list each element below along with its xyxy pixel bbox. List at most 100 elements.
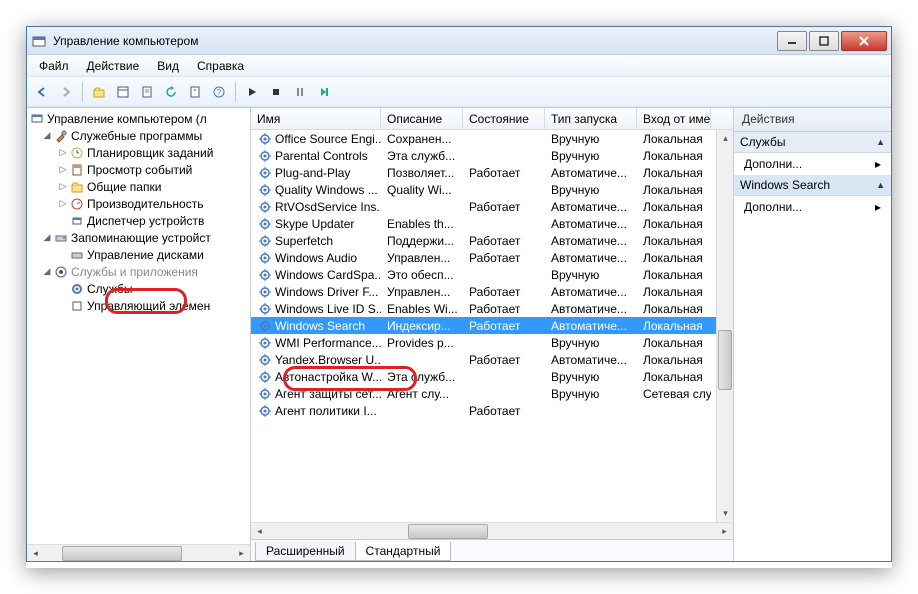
menu-view[interactable]: Вид — [149, 57, 187, 75]
pause-service-button[interactable] — [289, 81, 311, 103]
service-row[interactable]: Windows Driver F...Управлен...РаботаетАв… — [251, 283, 733, 300]
actions-section-winsearch[interactable]: Windows Search ▲ — [734, 175, 891, 196]
service-row[interactable]: Plug-and-PlayПозволяет...РаботаетАвтомат… — [251, 164, 733, 181]
wmi-icon — [69, 298, 85, 314]
service-name: Yandex.Browser U... — [275, 353, 381, 367]
tree-services[interactable]: ▷ Службы — [27, 280, 250, 297]
service-state: Работает — [463, 302, 545, 316]
refresh-button[interactable] — [160, 81, 182, 103]
service-row[interactable]: WMI Performance...Provides p...ВручнуюЛо… — [251, 334, 733, 351]
stop-service-button[interactable] — [265, 81, 287, 103]
tab-standard[interactable]: Стандартный — [355, 542, 452, 561]
tree-diskmgmt[interactable]: ▷ Управление дисками — [27, 246, 250, 263]
tree-storage[interactable]: ◢ Запоминающие устройст — [27, 229, 250, 246]
service-row[interactable]: Агент защиты сет...Агент слу...ВручнуюСе… — [251, 385, 733, 402]
service-row[interactable]: Quality Windows ...Quality Wi...ВручнуюЛ… — [251, 181, 733, 198]
tree-eventvwr[interactable]: ▷ Просмотр событий — [27, 161, 250, 178]
service-row[interactable]: Windows CardSpa...Это обесп...ВручнуюЛок… — [251, 266, 733, 283]
list-vscrollbar[interactable]: ▴ ▾ — [716, 130, 733, 522]
scroll-right-icon[interactable]: ▸ — [233, 545, 250, 562]
service-name: Windows Search — [275, 319, 365, 333]
actions-section-services[interactable]: Службы ▲ — [734, 132, 891, 153]
tree-shared[interactable]: ▷ Общие папки — [27, 178, 250, 195]
back-button[interactable] — [31, 81, 53, 103]
scroll-thumb[interactable] — [62, 546, 182, 561]
tab-extended[interactable]: Расширенный — [255, 542, 356, 561]
column-name[interactable]: Имя — [251, 108, 381, 129]
tree-root[interactable]: Управление компьютером (л — [27, 110, 250, 127]
help-button[interactable]: ? — [208, 81, 230, 103]
menu-help[interactable]: Справка — [189, 57, 252, 75]
scroll-left-icon[interactable]: ◂ — [251, 523, 268, 540]
show-hide-button[interactable] — [112, 81, 134, 103]
window: Управление компьютером Файл Действие Вид… — [26, 26, 892, 562]
scroll-left-icon[interactable]: ◂ — [27, 545, 44, 562]
scroll-thumb[interactable] — [408, 524, 488, 539]
service-start: Автоматиче... — [545, 234, 637, 248]
tree-servapps[interactable]: ◢ Службы и приложения — [27, 263, 250, 280]
actions-more-2[interactable]: Дополни... ▸ — [734, 196, 891, 218]
service-row[interactable]: Windows SearchИндексир...РаботаетАвтомат… — [251, 317, 733, 334]
scroll-thumb[interactable] — [718, 330, 732, 390]
expand-icon[interactable]: ▷ — [57, 147, 69, 158]
service-state: Работает — [463, 166, 545, 180]
service-row[interactable]: Skype UpdaterEnables th...Автоматиче...Л… — [251, 215, 733, 232]
chevron-right-icon: ▸ — [875, 157, 881, 171]
service-state: Работает — [463, 404, 545, 418]
service-logon: Сетевая слу — [637, 387, 711, 401]
up-button[interactable] — [88, 81, 110, 103]
menu-action[interactable]: Действие — [79, 57, 148, 75]
service-row[interactable]: Office Source Engi...Сохранен...ВручнуюЛ… — [251, 130, 733, 147]
scroll-right-icon[interactable]: ▸ — [716, 523, 733, 540]
start-service-button[interactable] — [241, 81, 263, 103]
actions-more-1[interactable]: Дополни... ▸ — [734, 153, 891, 175]
list-hscrollbar[interactable]: ◂ ▸ — [251, 522, 733, 539]
tree-hscrollbar[interactable]: ◂ ▸ — [27, 544, 250, 561]
service-row[interactable]: Автонастройка W...Эта служб...ВручнуюЛок… — [251, 368, 733, 385]
maximize-button[interactable] — [809, 31, 839, 51]
scroll-down-icon[interactable]: ▾ — [717, 505, 733, 522]
service-name: Windows Live ID S... — [275, 302, 381, 316]
column-start[interactable]: Тип запуска — [545, 108, 637, 129]
collapse-icon[interactable]: ◢ — [41, 266, 53, 277]
column-logon[interactable]: Вход от име — [637, 108, 711, 129]
scroll-up-icon[interactable]: ▴ — [717, 130, 733, 147]
service-row[interactable]: RtVOsdService Ins...РаботаетАвтоматиче..… — [251, 198, 733, 215]
column-state[interactable]: Состояние — [463, 108, 545, 129]
restart-service-button[interactable] — [313, 81, 335, 103]
service-name: Windows CardSpa... — [275, 268, 381, 282]
tree-wmi[interactable]: ▷ Управляющий элемен — [27, 297, 250, 314]
service-row[interactable]: Parental ControlsЭта служб...ВручнуюЛока… — [251, 147, 733, 164]
service-start: Автоматиче... — [545, 319, 637, 333]
service-row[interactable]: Windows Live ID S...Enables Wi...Работае… — [251, 300, 733, 317]
service-row[interactable]: SuperfetchПоддержи...РаботаетАвтоматиче.… — [251, 232, 733, 249]
gear-icon — [257, 369, 273, 385]
service-row[interactable]: Yandex.Browser U...РаботаетАвтоматиче...… — [251, 351, 733, 368]
clock-icon — [69, 145, 85, 161]
tree-scheduler[interactable]: ▷ Планировщик заданий — [27, 144, 250, 161]
storage-icon — [53, 230, 69, 246]
tree-perf[interactable]: ▷ Производительность — [27, 195, 250, 212]
menu-file[interactable]: Файл — [31, 57, 77, 75]
expand-icon[interactable]: ▷ — [57, 198, 69, 209]
tree-system-tools[interactable]: ◢ Служебные программы — [27, 127, 250, 144]
expand-icon[interactable]: ▷ — [57, 164, 69, 175]
properties-button[interactable] — [184, 81, 206, 103]
minimize-button[interactable] — [777, 31, 807, 51]
service-state: Работает — [463, 251, 545, 265]
service-row[interactable]: Windows AudioУправлен...РаботаетАвтомати… — [251, 249, 733, 266]
service-row[interactable]: Агент политики I...Работает — [251, 402, 733, 419]
forward-button[interactable] — [55, 81, 77, 103]
expand-icon[interactable]: ▷ — [57, 181, 69, 192]
service-state: Работает — [463, 319, 545, 333]
close-button[interactable] — [841, 31, 887, 51]
collapse-icon[interactable]: ◢ — [41, 232, 53, 243]
tree-devmgr[interactable]: ▷ Диспетчер устройств — [27, 212, 250, 229]
service-desc: Эта служб... — [381, 149, 463, 163]
export-button[interactable] — [136, 81, 158, 103]
column-desc[interactable]: Описание — [381, 108, 463, 129]
collapse-icon[interactable]: ◢ — [41, 130, 53, 141]
service-name: Plug-and-Play — [275, 166, 350, 180]
service-start: Вручную — [545, 370, 637, 384]
service-name: Автонастройка W... — [275, 370, 381, 384]
